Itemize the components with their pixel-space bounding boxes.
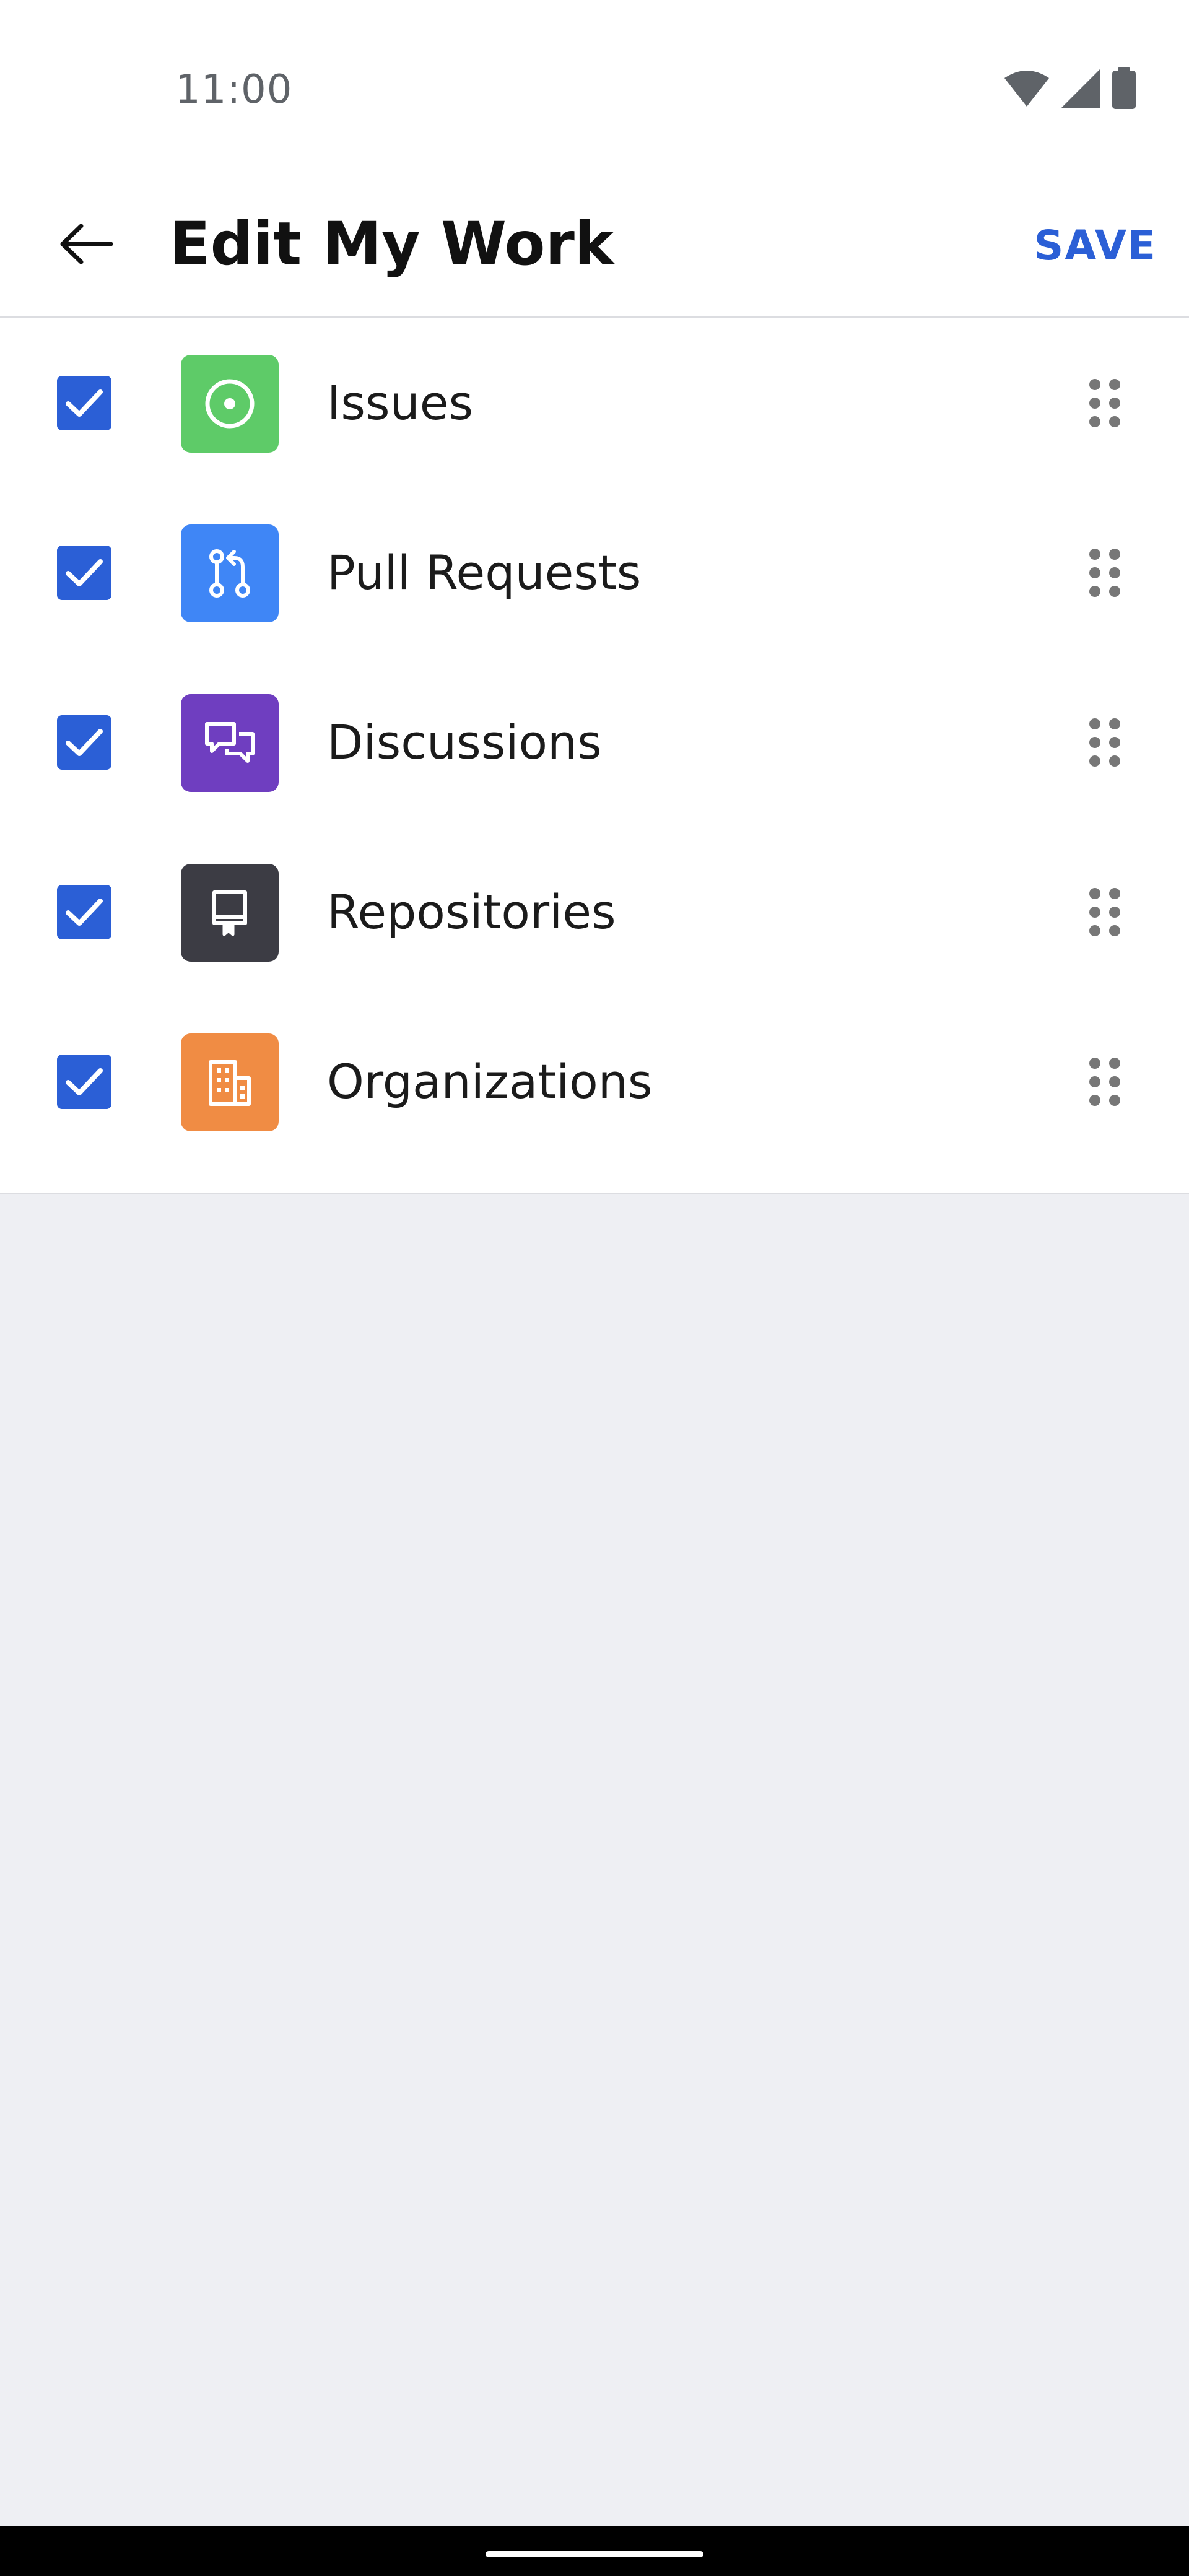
drag-handle-icon[interactable] — [1074, 1046, 1136, 1117]
list-item-pull-requests[interactable]: Pull Requests — [0, 488, 1189, 658]
check-icon — [66, 1068, 103, 1095]
check-icon — [66, 389, 103, 417]
my-work-list: Issues Pull Requests Discussions Reposit… — [0, 318, 1189, 1194]
status-time: 11:00 — [175, 67, 293, 113]
save-button[interactable]: SAVE — [1024, 208, 1167, 282]
check-icon — [66, 899, 103, 926]
list-item-issues[interactable]: Issues — [0, 318, 1189, 488]
arrow-left-icon — [60, 224, 113, 264]
list-item-label: Issues — [327, 375, 474, 430]
drag-handle-icon[interactable] — [1074, 707, 1136, 778]
drag-handle-icon[interactable] — [1074, 537, 1136, 608]
list-item-label: Pull Requests — [327, 545, 642, 600]
list-item-label: Discussions — [327, 715, 602, 770]
list-item-repositories[interactable]: Repositories — [0, 827, 1189, 997]
comment-discussion-icon — [181, 694, 279, 792]
back-button[interactable] — [46, 204, 125, 284]
list-item-organizations[interactable]: Organizations — [0, 997, 1189, 1167]
organization-icon — [181, 1033, 279, 1131]
signal-icon — [1061, 69, 1100, 108]
issues-checkbox[interactable] — [57, 376, 111, 430]
drag-handle-icon[interactable] — [1074, 877, 1136, 947]
status-bar: 11:00 — [0, 0, 1189, 173]
list-item-label: Repositories — [327, 884, 616, 939]
list-item-discussions[interactable]: Discussions — [0, 658, 1189, 827]
list-item-label: Organizations — [327, 1054, 653, 1109]
repo-icon — [181, 864, 279, 962]
home-gesture-handle[interactable] — [486, 2551, 703, 2557]
repositories-checkbox[interactable] — [57, 885, 111, 939]
pull-requests-checkbox[interactable] — [57, 546, 111, 600]
organizations-checkbox[interactable] — [57, 1055, 111, 1109]
system-navigation-bar — [0, 2526, 1189, 2576]
issue-opened-icon — [181, 355, 279, 453]
wifi-icon — [1004, 71, 1049, 107]
drag-handle-icon[interactable] — [1074, 368, 1136, 438]
app-bar: Edit My Work SAVE — [0, 173, 1189, 318]
git-pull-request-icon — [181, 524, 279, 622]
page-title: Edit My Work — [170, 209, 614, 279]
check-icon — [66, 729, 103, 756]
check-icon — [66, 559, 103, 586]
battery-icon — [1112, 67, 1136, 109]
discussions-checkbox[interactable] — [57, 715, 111, 770]
status-icons — [1003, 67, 1137, 110]
